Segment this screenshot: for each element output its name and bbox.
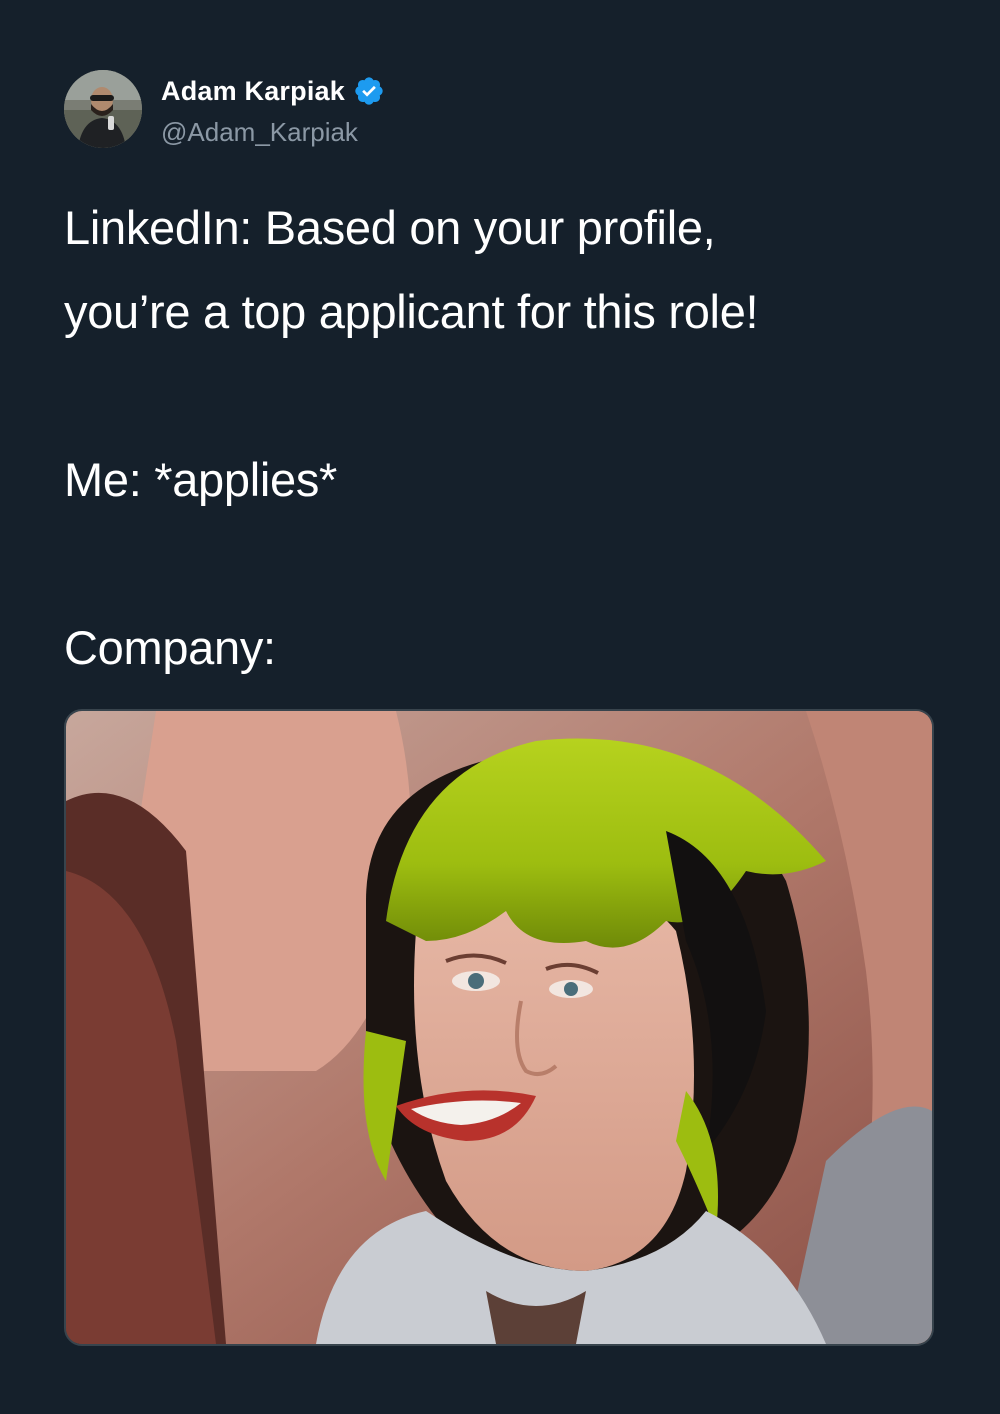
author-avatar[interactable] — [64, 70, 142, 148]
tweet-card: Adam Karpiak @Adam_Karpiak LinkedIn: Bas… — [0, 0, 1000, 1414]
reaction-photo-icon — [66, 711, 932, 1344]
tweet-media-image[interactable] — [64, 709, 934, 1346]
tweet-text-line: you’re a top applicant for this role! — [64, 285, 759, 338]
verified-badge-icon — [353, 75, 385, 107]
tweet-text-line: LinkedIn: Based on your profile, — [64, 201, 716, 254]
author-display-name[interactable]: Adam Karpiak — [161, 76, 345, 107]
author-handle[interactable]: @Adam_Karpiak — [161, 117, 358, 148]
tweet-text-line: Me: *applies* — [64, 453, 338, 506]
tweet-text-line: Company: — [64, 621, 276, 674]
tweet-text-line — [64, 354, 944, 438]
tweet-text: LinkedIn: Based on your profile, you’re … — [64, 186, 944, 690]
tweet-text-line — [64, 522, 944, 606]
avatar-photo-icon — [64, 70, 142, 148]
author-name-row: Adam Karpiak — [161, 74, 385, 108]
